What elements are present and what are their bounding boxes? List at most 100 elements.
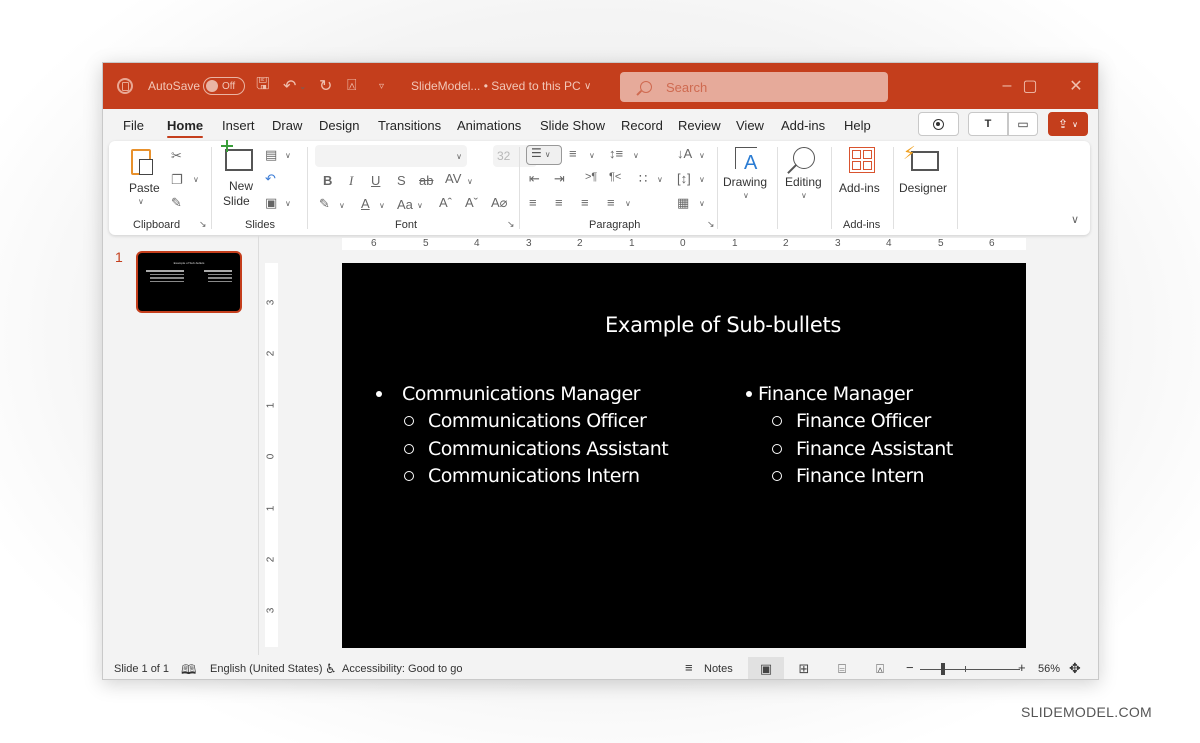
zoom-slider[interactable] — [920, 669, 1020, 670]
increase-indent-icon[interactable]: ⇥ — [554, 171, 565, 187]
bold-icon[interactable]: B — [323, 173, 332, 188]
accessibility-status[interactable]: Accessibility: Good to go — [342, 663, 462, 675]
font-color-icon[interactable]: A — [361, 196, 370, 211]
increase-font-icon[interactable]: Aˆ — [439, 195, 452, 210]
save-icon[interactable]: 🖫 — [256, 63, 270, 109]
change-case-icon[interactable]: Aa — [397, 197, 413, 212]
autosave-toggle[interactable]: Off — [203, 77, 245, 95]
tab-record[interactable]: Record — [621, 118, 663, 133]
align-left-icon[interactable]: ≡ — [529, 195, 537, 210]
chevron-down-icon[interactable]: ∨ — [379, 201, 385, 210]
chevron-down-icon[interactable]: ∨ — [193, 175, 199, 184]
tab-add-ins[interactable]: Add-ins — [781, 118, 825, 133]
italic-icon[interactable]: I — [349, 173, 353, 189]
decrease-font-icon[interactable]: Aˇ — [465, 195, 478, 210]
tab-slide-show[interactable]: Slide Show — [540, 118, 605, 133]
font-name-combo[interactable]: ∨ — [315, 145, 467, 167]
align-text-icon[interactable]: [↕] — [677, 171, 691, 186]
chevron-down-icon[interactable]: ∨ — [699, 175, 705, 184]
search-box[interactable]: Search — [620, 72, 888, 102]
fit-to-window-icon[interactable]: ✥ — [1069, 660, 1081, 677]
tab-design[interactable]: Design — [319, 118, 359, 133]
chevron-down-icon[interactable]: ∨ — [417, 201, 423, 210]
teams-button[interactable]: T — [968, 112, 1008, 136]
maximize-button[interactable]: ▢ — [1007, 63, 1053, 109]
notes-button[interactable]: Notes — [704, 663, 733, 675]
text-direction-icon[interactable]: ↓A — [677, 146, 692, 161]
numbering-icon[interactable]: ≡ — [569, 146, 577, 161]
tab-insert[interactable]: Insert — [222, 118, 255, 133]
dialog-launcher-icon[interactable]: ↘ — [507, 219, 515, 230]
chevron-down-icon[interactable]: ∨ — [589, 151, 595, 160]
align-center-icon[interactable]: ≡ — [555, 195, 563, 210]
paste-button[interactable]: Paste ∨ — [121, 147, 163, 207]
cut-icon[interactable]: ✂ — [171, 148, 182, 164]
reading-view-button[interactable]: ⌸ — [824, 657, 860, 679]
chevron-down-icon[interactable]: ∨ — [625, 199, 631, 208]
character-spacing-icon[interactable]: AV — [445, 171, 461, 186]
redo-icon[interactable]: ↻ — [319, 63, 332, 109]
ltr-icon[interactable]: >¶ — [585, 171, 597, 183]
add-ins-button[interactable]: Add-ins — [835, 145, 887, 203]
undo-icon[interactable]: ↶ ⌄ — [283, 63, 306, 109]
slide-thumbnail[interactable]: Example of Sub-bullets — [136, 251, 242, 313]
section-icon[interactable]: ▣ — [265, 195, 277, 211]
columns-icon[interactable]: ∷ — [639, 171, 647, 187]
tab-draw[interactable]: Draw — [272, 118, 302, 133]
underline-icon[interactable]: U — [371, 173, 380, 188]
document-title[interactable]: SlideModel... • Saved to this PC ∨ — [411, 63, 591, 109]
tab-view[interactable]: View — [736, 118, 764, 133]
share-button[interactable]: ⇪ ∨ — [1048, 112, 1088, 136]
chevron-down-icon[interactable]: ∨ — [699, 151, 705, 160]
accessibility-icon[interactable]: ♿ — [325, 661, 337, 677]
normal-view-button[interactable]: ▣ — [748, 657, 784, 679]
tab-file[interactable]: File — [123, 118, 144, 133]
reset-slide-icon[interactable]: ↶ — [265, 171, 276, 187]
chevron-down-icon[interactable]: ∨ — [285, 199, 291, 208]
layout-icon[interactable]: ▤ — [265, 147, 277, 163]
bullets-button[interactable]: ☰ ∨ — [526, 145, 562, 165]
drawing-button[interactable]: A Drawing ∨ — [721, 145, 773, 211]
format-painter-icon[interactable]: ✎ — [171, 195, 182, 211]
smartart-icon[interactable]: ▦ — [677, 195, 689, 211]
line-spacing-icon[interactable]: ↕≡ — [609, 146, 623, 161]
dialog-launcher-icon[interactable]: ↘ — [707, 219, 715, 230]
decrease-indent-icon[interactable]: ⇤ — [529, 171, 540, 187]
chevron-down-icon[interactable]: ∨ — [699, 199, 705, 208]
language-indicator[interactable]: English (United States) — [210, 663, 323, 675]
tab-review[interactable]: Review — [678, 118, 721, 133]
chevron-down-icon[interactable]: ∨ — [633, 151, 639, 160]
zoom-out-button[interactable]: − — [906, 660, 914, 675]
slide-canvas[interactable]: Example of Sub-bullets Communications Ma… — [342, 263, 1026, 648]
chevron-down-icon[interactable]: ∨ — [339, 201, 345, 210]
comments-button[interactable]: ▭ — [1008, 112, 1038, 136]
slide-title[interactable]: Example of Sub-bullets — [342, 313, 1026, 337]
pane-divider[interactable] — [258, 235, 259, 655]
close-button[interactable]: ✕ — [1053, 63, 1098, 109]
spelling-check-icon[interactable]: 🕮 — [181, 661, 196, 679]
notes-icon[interactable]: ≡ — [685, 660, 693, 675]
slide-sorter-button[interactable]: ⊞ — [786, 657, 822, 679]
customize-toolbar-icon[interactable]: ▿ — [379, 63, 384, 109]
zoom-slider-thumb[interactable] — [941, 663, 945, 675]
zoom-level[interactable]: 56% — [1038, 663, 1060, 675]
chevron-down-icon[interactable]: ∨ — [657, 175, 663, 184]
new-slide-button[interactable]: New Slide — [217, 140, 263, 208]
highlight-icon[interactable]: ✎ — [319, 196, 330, 212]
slide-show-button[interactable]: ⍓ — [862, 657, 898, 679]
ribbon-expand-icon[interactable]: ∨ — [1071, 213, 1079, 226]
chevron-down-icon[interactable]: ∨ — [467, 177, 473, 186]
editing-button[interactable]: Editing ∨ — [781, 145, 827, 211]
rtl-icon[interactable]: ¶< — [609, 171, 621, 183]
clear-formatting-icon[interactable]: A⌀ — [491, 195, 508, 211]
tab-transitions[interactable]: Transitions — [378, 118, 441, 133]
tab-help[interactable]: Help — [844, 118, 871, 133]
align-right-icon[interactable]: ≡ — [581, 195, 589, 210]
record-button[interactable] — [918, 112, 959, 136]
justify-icon[interactable]: ≡ — [607, 195, 615, 210]
strikethrough-icon[interactable]: ab — [419, 173, 433, 188]
copy-icon[interactable]: ❐ — [171, 172, 183, 188]
dialog-launcher-icon[interactable]: ↘ — [199, 219, 207, 230]
tab-home[interactable]: Home — [167, 118, 204, 138]
tab-animations[interactable]: Animations — [457, 118, 521, 133]
